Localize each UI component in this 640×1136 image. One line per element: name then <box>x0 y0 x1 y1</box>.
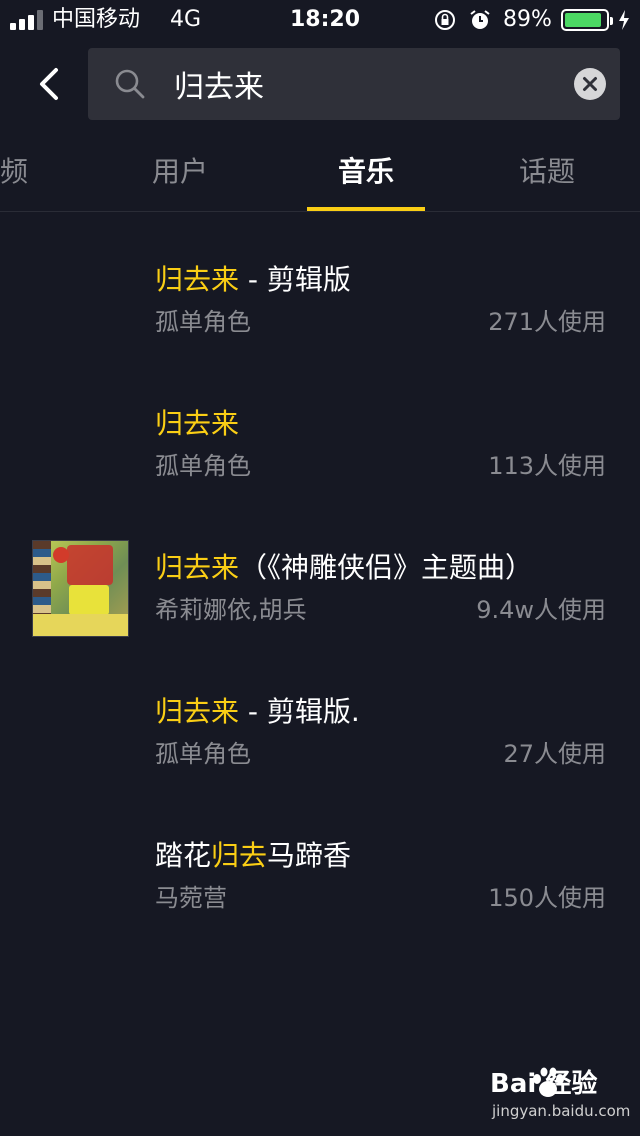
song-artist: 马菀营 <box>155 884 227 912</box>
back-button[interactable] <box>22 56 72 112</box>
orientation-lock-icon <box>435 10 455 30</box>
tab-video[interactable]: 频 <box>0 154 28 190</box>
status-time: 18:20 <box>290 7 361 32</box>
search-results-screen: 中国移动 4G 18:20 89% 归去来 频 用户 音乐 话题 归去来 - 剪… <box>0 0 640 1136</box>
carrier-label: 中国移动 <box>52 7 141 32</box>
song-title: 归去来 - 剪辑版 <box>155 260 351 300</box>
clear-icon[interactable] <box>574 68 606 100</box>
title-highlight: 归去来 <box>155 263 240 296</box>
title-rest: - 剪辑版 <box>239 263 351 296</box>
usage-count: 113人使用 <box>488 452 606 480</box>
signal-icon <box>10 10 46 30</box>
alarm-icon <box>470 10 490 29</box>
status-bar: 中国移动 4G 18:20 89% <box>0 0 640 40</box>
list-item[interactable]: 归去来 孤单角色 113人使用 <box>0 356 640 500</box>
song-title: 归去来 <box>155 404 239 444</box>
list-item[interactable]: 归去来 - 剪辑版 孤单角色 271人使用 <box>0 212 640 356</box>
tab-topics[interactable]: 话题 <box>519 154 575 190</box>
network-type: 4G <box>170 7 202 32</box>
category-tabs: 频 用户 音乐 话题 <box>0 140 640 212</box>
search-input[interactable] <box>174 58 554 110</box>
battery-icon <box>561 9 613 31</box>
watermark-url: jingyan.baidu.com <box>492 1102 631 1120</box>
song-title: 踏花归去马蹄香 <box>155 836 351 876</box>
usage-count: 271人使用 <box>488 308 606 336</box>
list-item[interactable]: 归去来（《神雕侠侣》主题曲） 希莉娜依,胡兵 9.4w人使用 <box>0 500 640 644</box>
title-rest: - 剪辑版. <box>239 695 360 728</box>
tab-users[interactable]: 用户 <box>152 154 208 190</box>
battery-percent: 89% <box>503 7 552 32</box>
title-highlight: 归去来 <box>155 551 240 584</box>
back-arrow-icon <box>40 68 58 100</box>
title-prefix: 踏花 <box>155 839 212 872</box>
tab-music[interactable]: 音乐 <box>338 154 394 190</box>
title-highlight: 归去 <box>211 839 268 872</box>
charging-bolt-icon <box>619 10 629 30</box>
title-rest: （《神雕侠侣》主题曲） <box>239 551 534 584</box>
list-item[interactable]: 踏花归去马蹄香 马菀营 150人使用 <box>0 788 640 932</box>
search-bar <box>88 48 620 120</box>
usage-count: 27人使用 <box>503 740 606 768</box>
search-icon <box>115 69 145 99</box>
paw-icon <box>533 1067 564 1097</box>
usage-count: 150人使用 <box>488 884 606 912</box>
baidu-watermark: Bai 经验 jingyan.baidu.com <box>488 1067 630 1124</box>
song-artist: 孤单角色 <box>155 452 251 480</box>
song-artist: 孤单角色 <box>155 308 251 336</box>
title-highlight: 归去来 <box>155 407 240 440</box>
usage-count: 9.4w人使用 <box>476 596 606 624</box>
song-artist: 孤单角色 <box>155 740 251 768</box>
title-highlight: 归去来 <box>155 695 240 728</box>
song-title: 归去来（《神雕侠侣》主题曲） <box>155 548 533 588</box>
song-artist: 希莉娜依,胡兵 <box>155 596 307 624</box>
album-cover <box>32 540 129 637</box>
list-item[interactable]: 归去来 - 剪辑版. 孤单角色 27人使用 <box>0 644 640 788</box>
title-rest: 马蹄香 <box>267 839 352 872</box>
song-title: 归去来 - 剪辑版. <box>155 692 360 732</box>
active-tab-indicator <box>307 207 425 211</box>
